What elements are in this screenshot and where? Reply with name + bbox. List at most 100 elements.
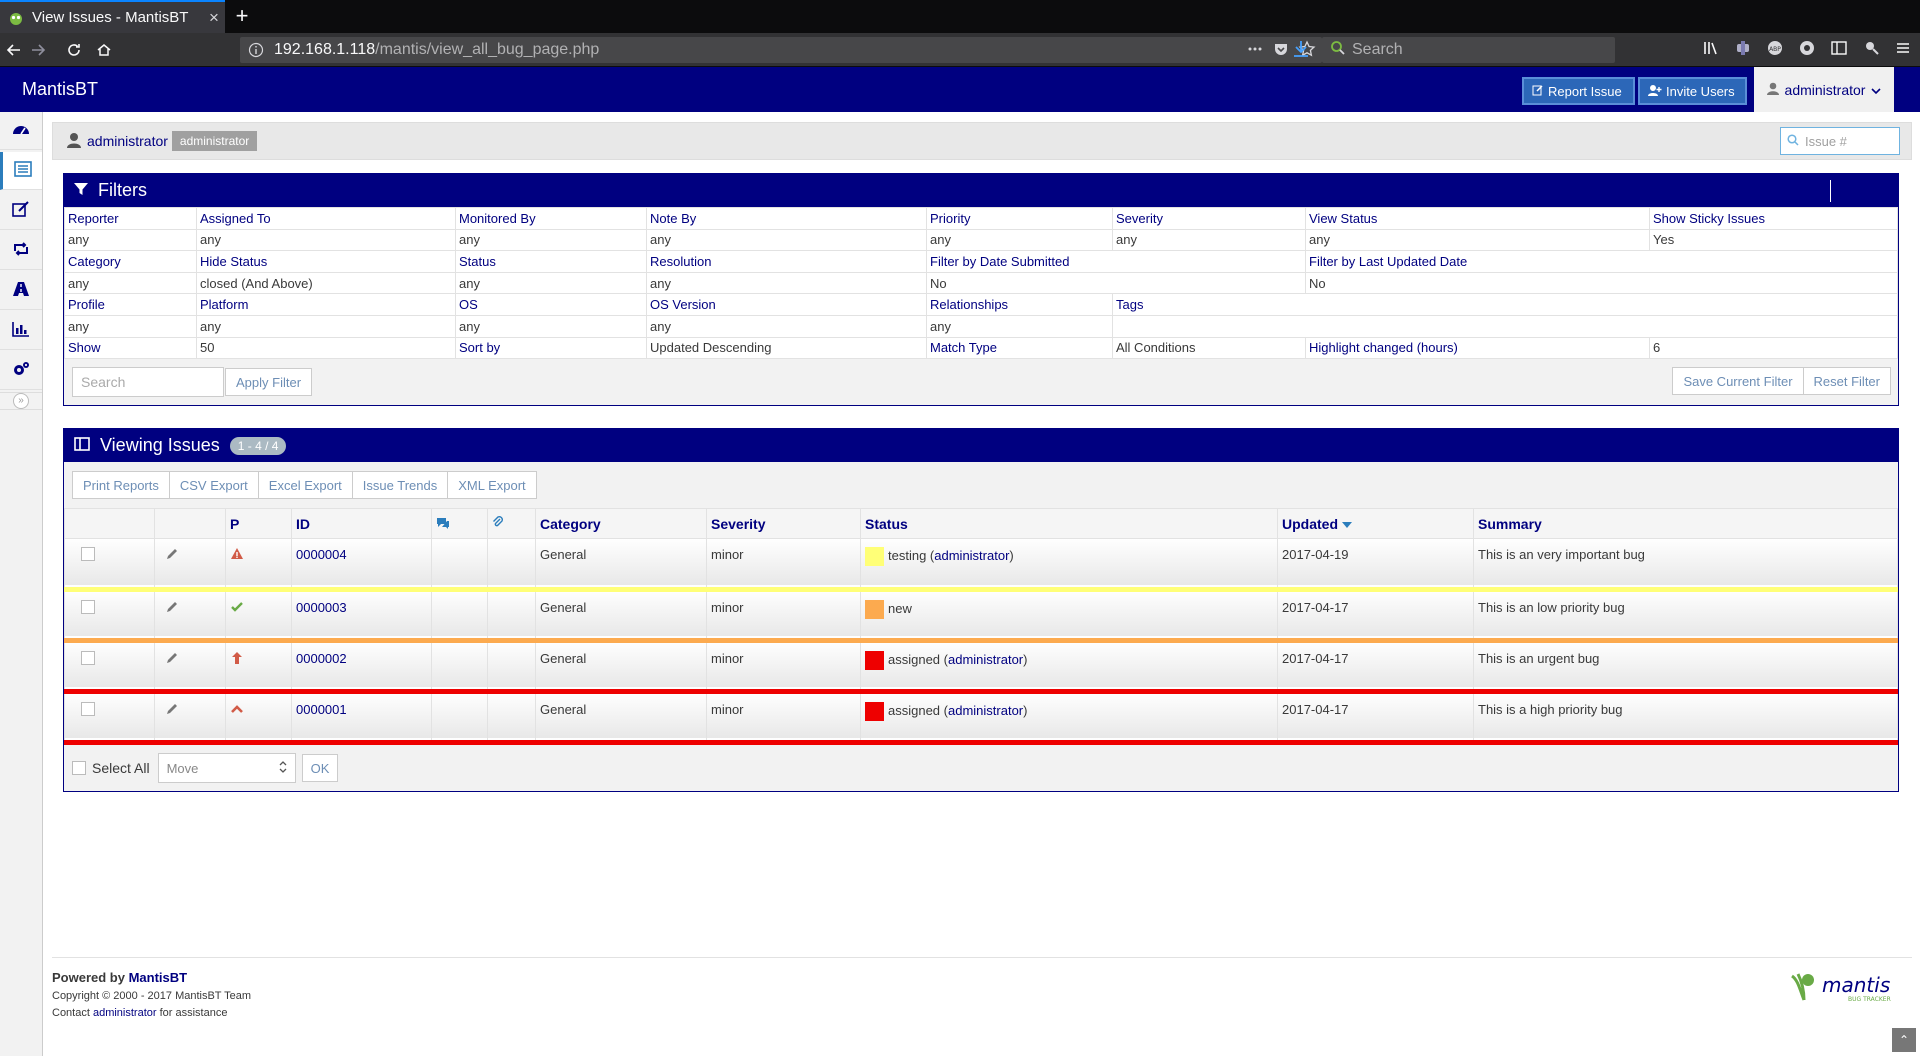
filter-label[interactable]: Reporter [64,207,197,230]
severity-column-header[interactable]: Severity [706,508,861,539]
priority-column-header[interactable]: P [225,508,292,539]
csv-export-button[interactable]: CSV Export [168,471,259,499]
download-icon[interactable] [1292,39,1310,62]
forward-icon[interactable] [26,38,50,62]
xml-export-button[interactable]: XML Export [447,471,537,499]
filter-label[interactable]: Platform [196,293,456,316]
handler-link[interactable]: administrator [948,652,1023,667]
brand-logo-text[interactable]: MantisBT [22,79,98,100]
issue-id-link[interactable]: 0000003 [296,600,347,615]
apply-filter-button[interactable]: Apply Filter [225,368,313,397]
id-column-header[interactable]: ID [291,508,432,539]
filter-label[interactable]: Assigned To [196,207,456,230]
select-all-label[interactable]: Select All [92,760,150,776]
invite-users-button[interactable]: Invite Users [1638,77,1747,105]
browser-tab[interactable]: View Issues - MantisBT × [0,0,225,33]
issue-trends-button[interactable]: Issue Trends [351,471,449,499]
sidebar-item-dashboard[interactable] [0,112,42,150]
bulk-action-select[interactable]: Move [157,753,296,783]
screenshot-icon[interactable] [1862,39,1880,60]
filter-label[interactable]: Filter by Last Updated Date [1305,250,1898,273]
row-checkbox[interactable] [81,547,95,561]
mantisbt-link[interactable]: MantisBT [129,970,188,985]
filter-label[interactable]: Profile [64,293,197,316]
category-column-header[interactable]: Category [535,508,707,539]
save-current-filter-button[interactable]: Save Current Filter [1672,367,1804,396]
excel-export-button[interactable]: Excel Export [257,471,353,499]
status-column-header[interactable]: Status [860,508,1278,539]
scroll-to-top-button[interactable]: ⌃ [1892,1028,1916,1052]
breadcrumb-user-link[interactable]: administrator [87,133,168,149]
sidebar-item-changelog[interactable] [0,232,42,270]
filter-label[interactable]: Status [455,250,647,273]
filter-label[interactable]: OS [455,293,647,316]
close-tab-icon[interactable]: × [203,8,225,28]
filter-search-input[interactable]: Search [72,367,224,398]
sidebar-item-summary[interactable] [0,312,42,350]
menu-icon[interactable] [1894,39,1912,60]
filter-label[interactable]: Sort by [455,336,647,360]
browser-search-field[interactable]: Search [1322,37,1615,63]
site-info-icon[interactable] [248,42,264,58]
filter-label[interactable]: Resolution [646,250,927,273]
reload-icon[interactable] [62,38,86,62]
filter-label[interactable]: Filter by Date Submitted [926,250,1306,273]
pencil-icon[interactable] [165,704,179,719]
bulk-ok-button[interactable]: OK [301,754,339,782]
filter-label[interactable]: Priority [926,207,1113,230]
filter-label[interactable]: Hide Status [196,250,456,273]
new-tab-button[interactable]: + [229,3,255,29]
firefox-account-icon[interactable] [1798,39,1816,60]
page-actions-icon[interactable] [1246,40,1264,63]
filter-label[interactable]: Category [64,250,197,273]
handler-link[interactable]: administrator [948,703,1023,718]
url-bar[interactable]: 192.168.1.118/mantis/view_all_bug_page.p… [240,37,1322,63]
user-menu-dropdown[interactable]: administrator [1754,67,1894,112]
home-icon[interactable] [92,38,116,62]
viewing-issues-header[interactable]: Viewing Issues 1 - 4 / 4 [64,429,1898,462]
row-checkbox[interactable] [81,702,95,716]
sidebar-collapse-toggle[interactable]: » [0,392,42,410]
report-issue-button[interactable]: Report Issue [1522,77,1635,105]
issue-id-link[interactable]: 0000001 [296,702,347,717]
attachments-column-header[interactable] [487,508,536,539]
extension-icon[interactable] [1734,39,1752,60]
pencil-icon[interactable] [165,653,179,668]
issue-id-link[interactable]: 0000004 [296,547,347,562]
updated-column-header[interactable]: Updated [1277,508,1474,539]
reset-filter-button[interactable]: Reset Filter [1802,367,1891,396]
mantis-footer-logo[interactable]: mantis BUG TRACKER [1788,968,1892,1009]
filter-label[interactable]: Highlight changed (hours) [1305,336,1650,360]
filters-header[interactable]: Filters [64,174,1898,207]
pencil-icon[interactable] [165,602,179,617]
adblock-icon[interactable]: ABP [1766,39,1784,60]
filter-label[interactable]: Show [64,336,197,360]
row-summary-cell[interactable]: This is an urgent bug [1473,640,1898,692]
sidebar-toggle-icon[interactable] [1830,39,1848,60]
filter-label[interactable]: Show Sticky Issues [1649,207,1898,230]
select-all-checkbox[interactable] [72,761,86,775]
back-icon[interactable] [2,38,26,62]
sidebar-item-manage[interactable] [0,352,42,390]
row-checkbox[interactable] [81,651,95,665]
library-icon[interactable] [1702,39,1720,60]
filter-label[interactable]: Tags [1112,293,1898,316]
issue-number-input[interactable]: Issue # [1780,127,1900,155]
filter-label[interactable]: Severity [1112,207,1306,230]
print-reports-button[interactable]: Print Reports [72,471,170,499]
filter-label[interactable]: Note By [646,207,927,230]
filter-label[interactable]: Match Type [926,336,1113,360]
row-summary-cell[interactable]: This is a high priority bug [1473,691,1898,743]
sidebar-item-view-issues[interactable] [0,152,42,190]
row-checkbox[interactable] [81,600,95,614]
sidebar-item-report-issue[interactable] [0,192,42,230]
filter-label[interactable]: Relationships [926,293,1113,316]
contact-admin-link[interactable]: administrator [93,1007,157,1019]
sidebar-item-roadmap[interactable] [0,272,42,310]
filter-label[interactable]: OS Version [646,293,927,316]
notes-column-header[interactable] [431,508,488,539]
summary-column-header[interactable]: Summary [1473,508,1898,539]
pencil-icon[interactable] [165,549,179,564]
filter-label[interactable]: View Status [1305,207,1650,230]
issue-id-link[interactable]: 0000002 [296,651,347,666]
